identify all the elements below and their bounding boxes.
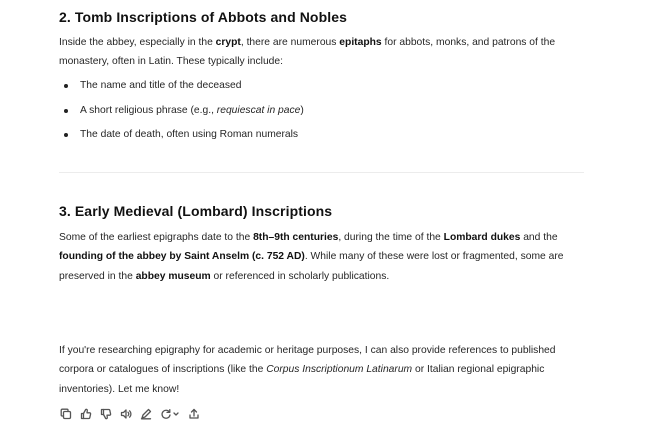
text-run: or referenced in scholarly publications. <box>210 270 390 282</box>
section-divider <box>59 172 584 173</box>
bold-text: abbey museum <box>135 270 211 282</box>
read-aloud-icon <box>120 409 132 419</box>
list-item: The name and title of the deceased <box>59 76 304 101</box>
bad-response-button[interactable] <box>98 406 114 422</box>
edit-icon <box>140 408 152 420</box>
bullet-list: The name and title of the deceased A sho… <box>59 76 304 150</box>
bold-text: crypt <box>215 37 241 48</box>
message-actions <box>58 406 202 422</box>
bold-text: founding of the abbey by Saint Anselm (c… <box>59 251 305 263</box>
text-run: ) <box>300 104 304 116</box>
closing-paragraph: If you're researching epigraphy for acad… <box>59 341 584 399</box>
section-paragraph: Inside the abbey, especially in the cryp… <box>59 33 584 72</box>
edit-button[interactable] <box>138 406 154 422</box>
text-run: , there are numerous <box>240 37 340 48</box>
text-run: Some of the earliest epigraphs date to t… <box>59 232 254 243</box>
italic-text: Corpus Inscriptionum Latinarum <box>266 364 413 376</box>
read-aloud-button[interactable] <box>118 406 134 422</box>
list-item: A short religious phrase (e.g., requiesc… <box>59 101 304 126</box>
bold-text: 8th–9th centuries <box>253 232 339 243</box>
copy-button[interactable] <box>58 406 74 422</box>
list-item: The date of death, often using Roman num… <box>59 125 304 150</box>
text-run: Inside the abbey, especially in the <box>59 37 216 48</box>
bold-text: epitaphs <box>339 37 382 48</box>
italic-text: requiescat in pace <box>216 104 301 116</box>
copy-icon <box>60 408 72 420</box>
text-run: and the <box>520 232 558 243</box>
share-icon <box>189 408 199 419</box>
regenerate-button[interactable] <box>158 406 182 422</box>
regenerate-icon <box>161 408 179 419</box>
text-run: The name and title of the deceased <box>80 80 242 91</box>
section-heading: 2. Tomb Inscriptions of Abbots and Noble… <box>59 9 347 25</box>
section-heading: 3. Early Medieval (Lombard) Inscriptions <box>59 203 333 219</box>
thumbs-down-icon <box>100 408 112 420</box>
text-run: A short religious phrase (e.g., <box>80 104 217 116</box>
text-run: The date of death, often using Roman num… <box>80 129 299 140</box>
thumbs-up-icon <box>80 408 92 420</box>
section-paragraph: Some of the earliest epigraphs date to t… <box>59 228 584 286</box>
bold-text: Lombard dukes <box>443 232 521 243</box>
good-response-button[interactable] <box>78 406 94 422</box>
text-run: , during the time of the <box>338 232 444 243</box>
share-button[interactable] <box>186 406 202 422</box>
